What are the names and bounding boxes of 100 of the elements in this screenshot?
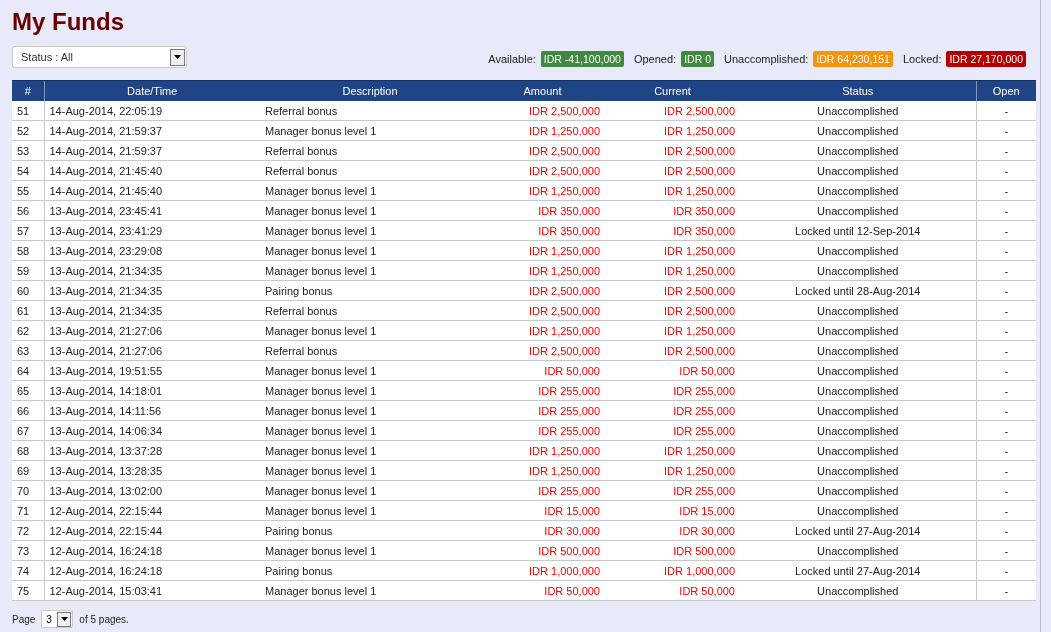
caret-icon — [174, 55, 181, 59]
table-cell: IDR 1,250,000 — [605, 240, 740, 261]
table-cell: IDR 2,500,000 — [480, 300, 605, 321]
table-cell: IDR 255,000 — [605, 400, 740, 421]
table-cell: IDR 50,000 — [605, 360, 740, 381]
table-cell: - — [976, 440, 1036, 461]
table-cell: IDR 2,500,000 — [605, 300, 740, 321]
table-cell: 13-Aug-2014, 21:34:35 — [44, 300, 260, 321]
table-cell: 12-Aug-2014, 16:24:18 — [44, 560, 260, 581]
table-cell: Pairing bonus — [260, 560, 480, 581]
table-cell: 13-Aug-2014, 13:37:28 — [44, 440, 260, 461]
table-cell: Locked until 27-Aug-2014 — [740, 560, 976, 581]
table-cell: 13-Aug-2014, 14:18:01 — [44, 380, 260, 401]
table-cell: 13-Aug-2014, 14:11:56 — [44, 400, 260, 421]
table-cell: 54 — [12, 160, 44, 181]
table-cell: IDR 350,000 — [605, 200, 740, 221]
table-cell: IDR 1,000,000 — [605, 560, 740, 581]
table-cell: IDR 1,250,000 — [480, 320, 605, 341]
table-cell: 13-Aug-2014, 13:02:00 — [44, 480, 260, 501]
column-header: Date/Time — [44, 80, 260, 101]
table-cell: IDR 1,250,000 — [480, 240, 605, 261]
balance-label: Locked: — [902, 53, 942, 65]
table-cell: Manager bonus level 1 — [260, 540, 480, 561]
table-cell: 14-Aug-2014, 21:59:37 — [44, 140, 260, 161]
page-title: My Funds — [12, 7, 125, 37]
table-cell: IDR 15,000 — [605, 500, 740, 521]
table-cell: IDR 1,250,000 — [480, 260, 605, 281]
table-cell: Unaccomplished — [740, 200, 976, 221]
table-cell: IDR 1,250,000 — [605, 320, 740, 341]
table-cell: Unaccomplished — [740, 580, 976, 601]
table-cell: - — [976, 420, 1036, 441]
column-header: Description — [260, 80, 480, 101]
table-cell: - — [976, 480, 1036, 501]
table-cell: 66 — [12, 400, 44, 421]
table-cell: 13-Aug-2014, 13:28:35 — [44, 460, 260, 481]
page-dropdown[interactable]: 3 — [41, 610, 74, 628]
table-cell: 52 — [12, 120, 44, 141]
table-cell: Locked until 28-Aug-2014 — [740, 280, 976, 301]
table-cell: Referral bonus — [260, 300, 480, 321]
table-cell: IDR 50,000 — [480, 360, 605, 381]
table-cell: IDR 30,000 — [605, 520, 740, 541]
table-cell: 13-Aug-2014, 14:06:34 — [44, 420, 260, 441]
table-cell: 14-Aug-2014, 21:45:40 — [44, 180, 260, 201]
table-cell: - — [976, 400, 1036, 421]
table-cell: Manager bonus level 1 — [260, 260, 480, 281]
table-cell: Unaccomplished — [740, 140, 976, 161]
table-cell: Unaccomplished — [740, 180, 976, 201]
table-cell: 13-Aug-2014, 21:34:35 — [44, 260, 260, 281]
table-cell: Manager bonus level 1 — [260, 580, 480, 601]
table-cell: 60 — [12, 280, 44, 301]
table-cell: IDR 350,000 — [605, 220, 740, 241]
table-cell: 74 — [12, 560, 44, 581]
table-cell: - — [976, 180, 1036, 201]
table-cell: IDR 2,500,000 — [605, 140, 740, 161]
table-cell: 14-Aug-2014, 21:59:37 — [44, 120, 260, 141]
table-cell: IDR 50,000 — [605, 580, 740, 601]
table-cell: Unaccomplished — [740, 360, 976, 381]
status-dropdown[interactable]: Status : All — [12, 46, 187, 68]
table-cell: IDR 2,500,000 — [480, 280, 605, 301]
table-cell: 56 — [12, 200, 44, 221]
table-cell: Unaccomplished — [740, 440, 976, 461]
table-cell: IDR 255,000 — [480, 400, 605, 421]
balance-badge: IDR 27,170,000 — [946, 51, 1026, 67]
table-cell: Unaccomplished — [740, 160, 976, 181]
table-cell: Pairing bonus — [260, 280, 480, 301]
table-cell: IDR 2,500,000 — [605, 101, 740, 121]
table-cell: 13-Aug-2014, 23:41:29 — [44, 220, 260, 241]
table-cell: Manager bonus level 1 — [260, 220, 480, 241]
table-cell: Unaccomplished — [740, 420, 976, 441]
table-cell: - — [976, 260, 1036, 281]
table-cell: - — [976, 340, 1036, 361]
balance-label: Opened: — [633, 53, 677, 65]
table-cell: 55 — [12, 180, 44, 201]
table-cell: IDR 2,500,000 — [605, 160, 740, 181]
table-cell: - — [976, 520, 1036, 541]
table-cell: - — [976, 160, 1036, 181]
table-cell: 68 — [12, 440, 44, 461]
table-cell: - — [976, 101, 1036, 121]
table-cell: IDR 1,250,000 — [605, 440, 740, 461]
balance-badge: IDR 64,230,151 — [813, 51, 893, 67]
table-cell: - — [976, 200, 1036, 221]
table-cell: IDR 255,000 — [480, 480, 605, 501]
table-cell: Manager bonus level 1 — [260, 400, 480, 421]
table-cell: - — [976, 280, 1036, 301]
table-cell: 62 — [12, 320, 44, 341]
table-cell: IDR 2,500,000 — [480, 101, 605, 121]
table-cell: 61 — [12, 300, 44, 321]
table-cell: 63 — [12, 340, 44, 361]
table-cell: Unaccomplished — [740, 300, 976, 321]
page-count: of 5 pages. — [79, 613, 129, 625]
column-header: Open — [976, 80, 1036, 101]
table-cell: 57 — [12, 220, 44, 241]
table-cell: 12-Aug-2014, 22:15:44 — [44, 500, 260, 521]
table-cell: Referral bonus — [260, 340, 480, 361]
column-header: Status — [740, 80, 976, 101]
table-cell: Manager bonus level 1 — [260, 360, 480, 381]
table-cell: IDR 255,000 — [605, 420, 740, 441]
table-cell: - — [976, 140, 1036, 161]
table-cell: Manager bonus level 1 — [260, 380, 480, 401]
table-cell: Manager bonus level 1 — [260, 440, 480, 461]
